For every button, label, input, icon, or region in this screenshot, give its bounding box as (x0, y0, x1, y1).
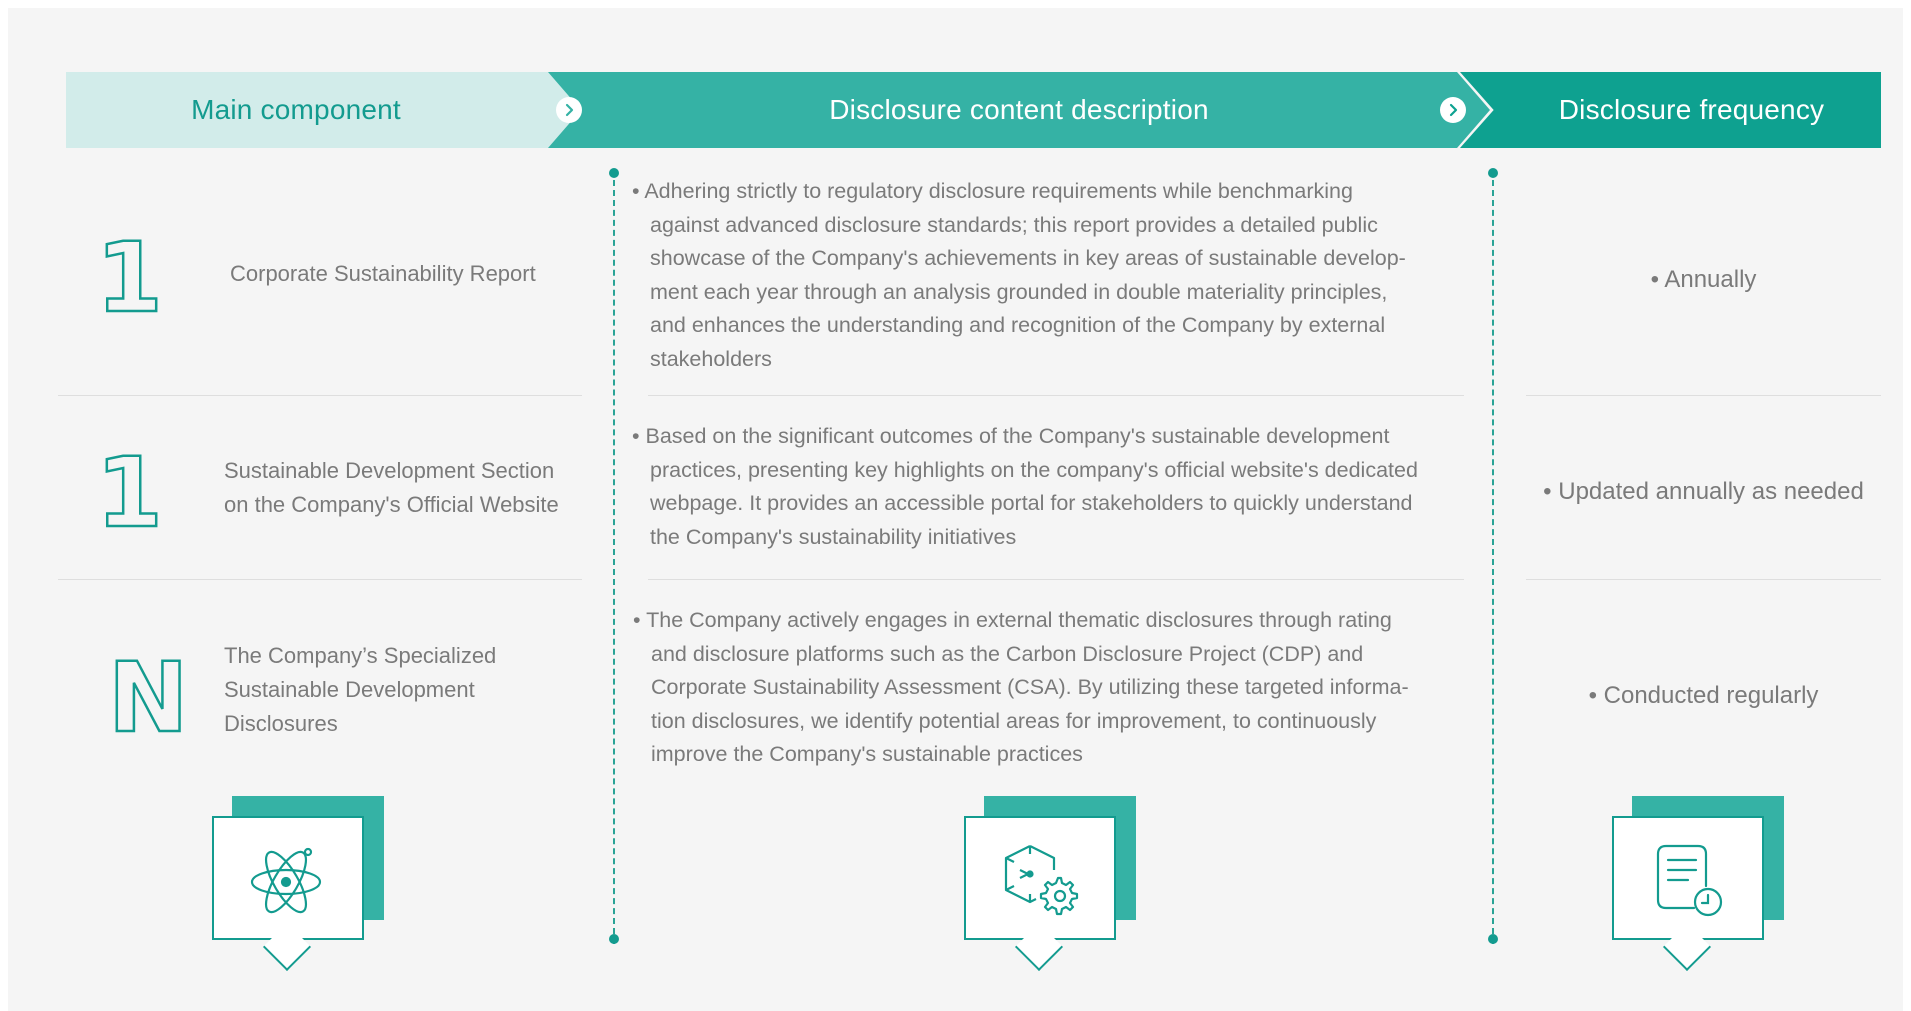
atom-icon-box (212, 796, 392, 972)
row-2-number: 1 (95, 437, 164, 549)
row-1-description: • Adhering strictly to regulatory disclo… (632, 175, 1406, 376)
row-3-description-line: and disclosure platforms such as the Car… (651, 641, 1364, 666)
connector-dot (1488, 934, 1498, 944)
row-3-component-line: Disclosures (224, 711, 338, 736)
row-2-description-line: webpage. It provides an accessible porta… (650, 491, 1413, 515)
row-2-component-line: Sustainable Development Section (224, 458, 555, 483)
connector-dot (1488, 168, 1498, 178)
row-divider (648, 579, 1464, 580)
connector-line (1492, 180, 1494, 944)
row-1-description-line: and enhances the understanding and recog… (650, 313, 1386, 337)
row-divider (1526, 579, 1881, 580)
row-2-description-line: the Company's sustainability initiatives (650, 524, 1017, 549)
row-3-component: The Company’s Specialized Sustainable De… (224, 639, 496, 741)
row-1-description-line: • Adhering strictly to regulatory disclo… (632, 179, 1353, 203)
header-frequency-label: Disclosure frequency (1558, 94, 1825, 125)
row-3-description: • The Company actively engages in extern… (633, 604, 1409, 772)
chevron-right-icon (556, 97, 582, 123)
header-frequency: Disclosure frequency (1460, 72, 1881, 148)
row-3-description-line: Corporate Sustainability Assessment (CSA… (651, 675, 1409, 699)
row-1-number: 1 (95, 222, 164, 334)
row-3-letter: N (107, 642, 190, 754)
row-1-description-line: stakeholders (650, 346, 772, 371)
cube-gear-icon-box (964, 796, 1144, 972)
row-divider (648, 395, 1464, 396)
row-2-description-line: practices, presenting key highlights on … (650, 457, 1418, 482)
chevron-right-icon (1440, 97, 1466, 123)
header-content-description: Disclosure content description (548, 72, 1490, 148)
cube-gear-icon (1004, 845, 1079, 916)
document-clock-icon (1656, 844, 1723, 917)
header-main-component-label: Main component (191, 94, 401, 125)
row-divider (58, 395, 582, 396)
row-2-description-line: • Based on the significant outcomes of t… (632, 424, 1390, 448)
connector-dot (609, 934, 619, 944)
row-3-component-line: Sustainable Development (224, 677, 475, 702)
row-1-frequency: • Annually (1650, 266, 1757, 293)
row-2-component: Sustainable Development Section on the C… (224, 454, 559, 522)
document-clock-icon-box (1612, 796, 1792, 972)
connector-line (613, 180, 615, 944)
atom-icon (250, 847, 322, 914)
row-2-component-line: on the Company's Official Website (224, 492, 559, 517)
row-1-description-line: ment each year through an analysis groun… (650, 279, 1388, 304)
row-1-component: Corporate Sustainability Report (230, 261, 536, 286)
row-2-description: • Based on the significant outcomes of t… (632, 420, 1418, 554)
row-3-description-line: tion disclosures, we identify potential … (651, 708, 1377, 733)
header-content-description-label: Disclosure content description (829, 94, 1209, 125)
row-1-description-line: showcase of the Company's achievements i… (650, 246, 1406, 270)
row-divider (1526, 395, 1881, 396)
row-3-component-line: The Company’s Specialized (224, 643, 497, 668)
row-3-frequency: • Conducted regularly (1588, 682, 1819, 709)
row-3-description-line: • The Company actively engages in extern… (633, 608, 1392, 632)
header-main-component: Main component (66, 72, 626, 148)
diagram-panel: Main component Disclosure content descri… (8, 8, 1903, 1011)
row-1-description-line: against advanced disclosure standards; t… (650, 212, 1378, 237)
row-2-frequency: • Updated annually as needed (1543, 478, 1864, 505)
row-3-description-line: improve the Company's sustainable practi… (651, 742, 1083, 766)
row-divider (58, 579, 582, 580)
connector-dot (609, 168, 619, 178)
